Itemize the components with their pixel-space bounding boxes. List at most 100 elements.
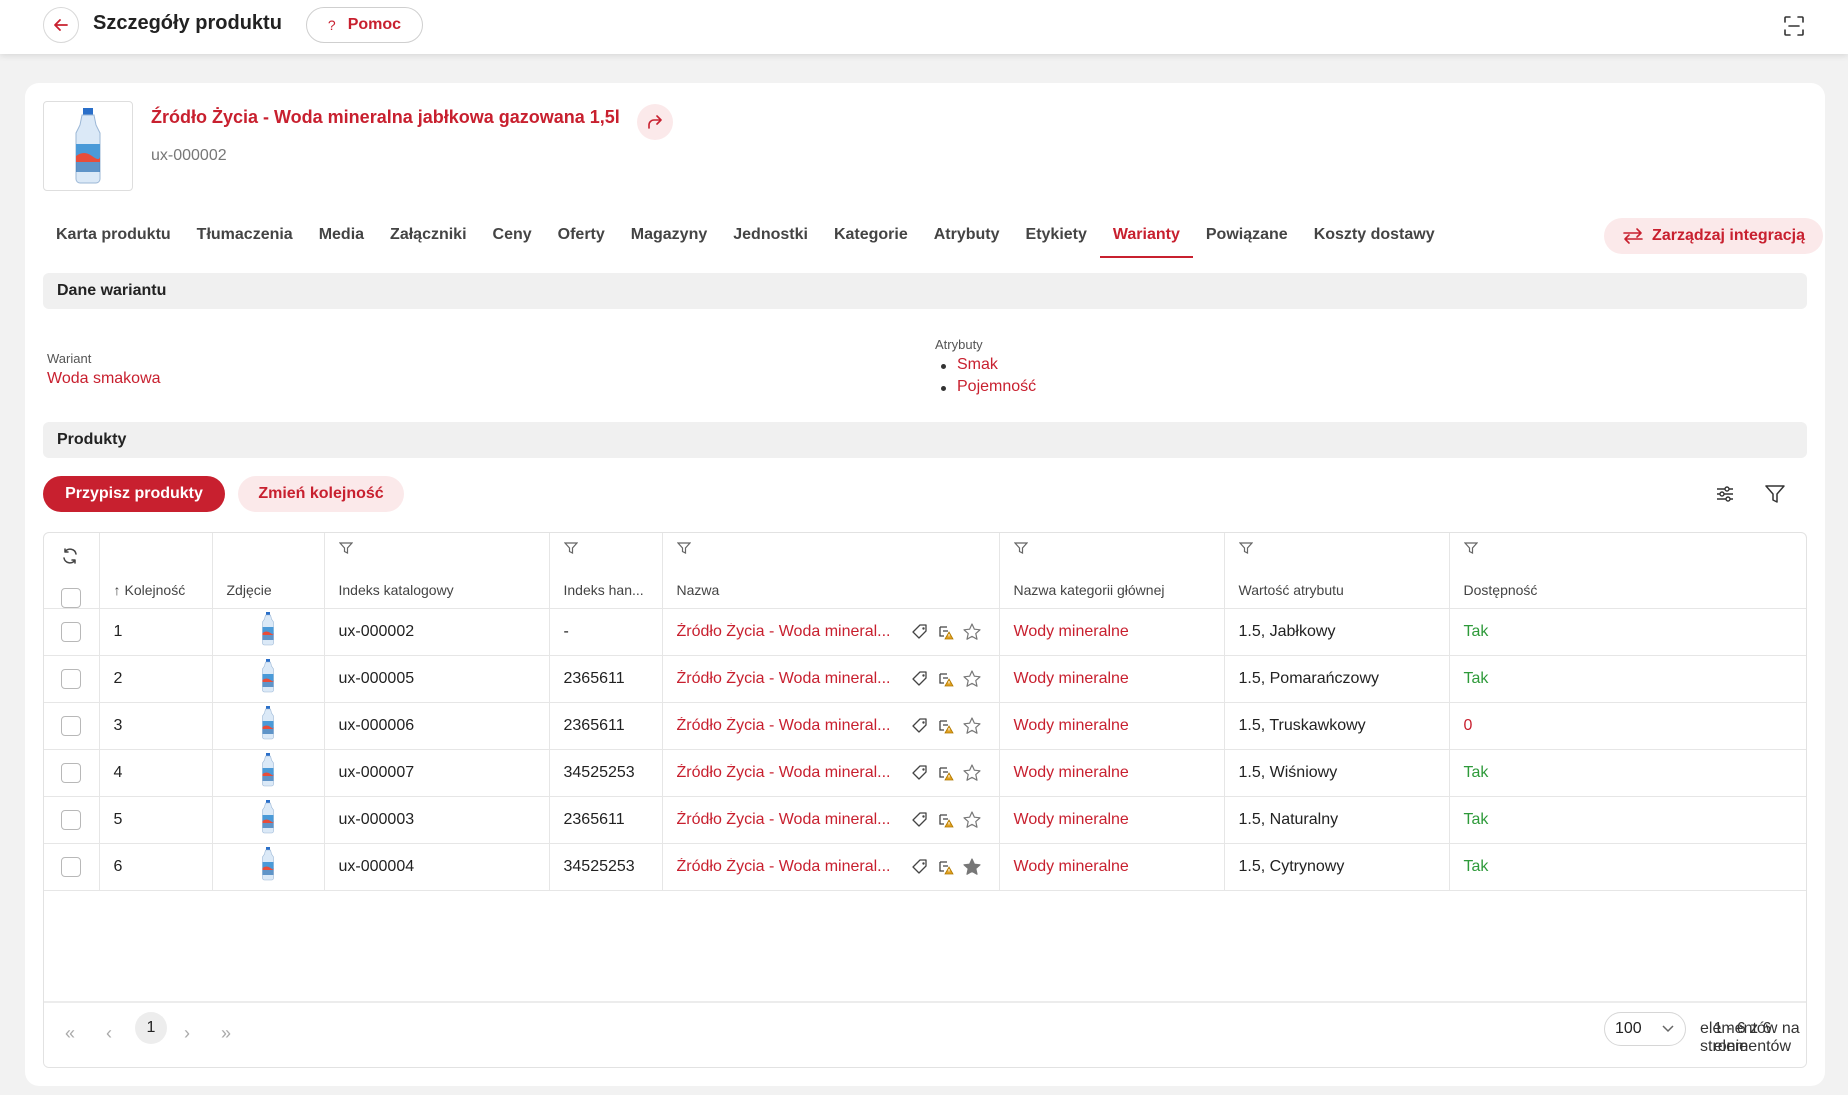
- star-icon[interactable]: [961, 668, 983, 690]
- tab-koszty-dostawy[interactable]: Koszty dostawy: [1301, 220, 1448, 258]
- table-row[interactable]: 3 ux-000006 2365611 Źródło Życia - Woda min…: [44, 702, 1806, 750]
- tag-icon[interactable]: [909, 809, 931, 831]
- hierarchy-warning-icon[interactable]: [935, 668, 957, 690]
- photo-cell[interactable]: [212, 655, 325, 703]
- table-row[interactable]: 5 ux-000003 2365611 Źródło Życia - Woda min…: [44, 796, 1806, 844]
- manage-integration-button[interactable]: Zarządzaj integracją: [1604, 218, 1823, 254]
- product-image[interactable]: [43, 101, 133, 191]
- row-checkbox[interactable]: [61, 668, 82, 689]
- row-checkbox[interactable]: [61, 621, 82, 642]
- product-name-link[interactable]: Źródło Życia - Woda mineral...: [677, 717, 905, 735]
- column-filter-icon[interactable]: [676, 541, 691, 558]
- next-page-button[interactable]: ›: [175, 1021, 199, 1045]
- tab-oferty[interactable]: Oferty: [545, 220, 618, 258]
- manage-integration-label: Zarządzaj integracją: [1652, 227, 1805, 244]
- assign-products-button[interactable]: Przypisz produkty: [43, 476, 225, 512]
- product-name-link[interactable]: Źródło Życia - Woda mineral...: [677, 764, 905, 782]
- tag-icon[interactable]: [909, 762, 931, 784]
- column-filter-icon[interactable]: [1238, 541, 1253, 558]
- first-page-button[interactable]: «: [58, 1021, 82, 1045]
- photo-cell[interactable]: [212, 796, 325, 844]
- tab-warianty[interactable]: Warianty: [1099, 220, 1193, 258]
- main-category-link[interactable]: Wody mineralne: [999, 655, 1225, 703]
- column-header-order[interactable]: ↑ Kolejność: [99, 533, 213, 609]
- star-icon[interactable]: [961, 621, 983, 643]
- main-category-link[interactable]: Wody mineralne: [999, 843, 1225, 891]
- photo-cell[interactable]: [212, 702, 325, 750]
- table-row[interactable]: 4 ux-000007 34525253 Źródło Życia - Woda mi…: [44, 749, 1806, 797]
- share-button[interactable]: [637, 104, 673, 140]
- hierarchy-warning-icon[interactable]: [935, 809, 957, 831]
- fullscreen-button[interactable]: [1780, 12, 1808, 40]
- attribute-item-pojemnosc[interactable]: Pojemność: [935, 378, 1036, 400]
- tag-icon[interactable]: [909, 621, 931, 643]
- tab-ceny[interactable]: Ceny: [480, 220, 545, 258]
- tab-jednostki[interactable]: Jednostki: [720, 220, 821, 258]
- row-checkbox[interactable]: [61, 809, 82, 830]
- star-icon[interactable]: [961, 856, 983, 878]
- star-icon[interactable]: [961, 715, 983, 737]
- column-header-main-category[interactable]: Nazwa kategorii głównej: [999, 533, 1225, 609]
- table-row[interactable]: 1 ux-000002- Źródło Życia - Woda mineral..…: [44, 608, 1806, 656]
- column-filter-icon[interactable]: [338, 541, 353, 558]
- refresh-button[interactable]: [61, 547, 79, 568]
- row-checkbox[interactable]: [61, 762, 82, 783]
- star-icon[interactable]: [961, 762, 983, 784]
- column-header-photo[interactable]: Zdjęcie: [212, 533, 325, 609]
- products-grid: ↑ Kolejność Zdjęcie Indeks katalogowy Ind…: [43, 532, 1807, 1068]
- main-category-link[interactable]: Wody mineralne: [999, 608, 1225, 656]
- column-header-trade-index[interactable]: Indeks han...: [549, 533, 663, 609]
- column-filter-icon[interactable]: [563, 541, 578, 558]
- tab-magazyny[interactable]: Magazyny: [618, 220, 720, 258]
- filter-button[interactable]: [1761, 480, 1789, 508]
- photo-cell[interactable]: [212, 608, 325, 656]
- hierarchy-warning-icon[interactable]: [935, 856, 957, 878]
- tab-tlumaczenia[interactable]: Tłumaczenia: [184, 220, 306, 258]
- column-header-availability[interactable]: Dostępność: [1449, 533, 1806, 609]
- tab-karta-produktu[interactable]: Karta produktu: [43, 220, 184, 258]
- column-filter-icon[interactable]: [1463, 541, 1478, 558]
- reorder-button[interactable]: Zmień kolejność: [238, 476, 404, 512]
- column-header-catalog-index[interactable]: Indeks katalogowy: [324, 533, 550, 609]
- main-category-link[interactable]: Wody mineralne: [999, 749, 1225, 797]
- tag-icon[interactable]: [909, 715, 931, 737]
- tab-atrybuty[interactable]: Atrybuty: [921, 220, 1013, 258]
- row-checkbox[interactable]: [61, 715, 82, 736]
- column-filter-icon[interactable]: [1013, 541, 1028, 558]
- variant-value[interactable]: Woda smakowa: [47, 370, 161, 388]
- tag-icon[interactable]: [909, 856, 931, 878]
- column-settings-button[interactable]: [1711, 480, 1739, 508]
- tab-media[interactable]: Media: [306, 220, 377, 258]
- last-page-button[interactable]: »: [214, 1021, 238, 1045]
- product-name-link[interactable]: Źródło Życia - Woda mineral...: [677, 623, 905, 641]
- tag-icon[interactable]: [909, 668, 931, 690]
- main-category-link[interactable]: Wody mineralne: [999, 796, 1225, 844]
- main-category-link[interactable]: Wody mineralne: [999, 702, 1225, 750]
- page-size-select[interactable]: 100: [1604, 1012, 1686, 1046]
- tab-powiazane[interactable]: Powiązane: [1193, 220, 1301, 258]
- product-name-link[interactable]: Źródło Życia - Woda mineral...: [677, 858, 905, 876]
- photo-cell[interactable]: [212, 749, 325, 797]
- table-row[interactable]: 2 ux-000005 2365611 Źródło Życia - Woda min…: [44, 655, 1806, 703]
- star-icon[interactable]: [961, 809, 983, 831]
- help-button[interactable]: ? Pomoc: [306, 7, 423, 43]
- column-header-attribute-value[interactable]: Wartość atrybutu: [1224, 533, 1450, 609]
- product-name-link[interactable]: Źródło Życia - Woda mineral...: [677, 811, 905, 829]
- hierarchy-warning-icon[interactable]: [935, 762, 957, 784]
- photo-cell[interactable]: [212, 843, 325, 891]
- prev-page-button[interactable]: ‹: [97, 1021, 121, 1045]
- product-name-link[interactable]: Źródło Życia - Woda mineral...: [677, 670, 905, 688]
- column-header-name[interactable]: Nazwa: [662, 533, 1000, 609]
- tab-kategorie[interactable]: Kategorie: [821, 220, 921, 258]
- row-checkbox[interactable]: [61, 856, 82, 877]
- attribute-item-smak[interactable]: Smak: [935, 356, 1036, 378]
- hierarchy-warning-icon[interactable]: [935, 715, 957, 737]
- tab-zalaczniki[interactable]: Załączniki: [377, 220, 479, 258]
- page-button-current[interactable]: 1: [135, 1012, 167, 1044]
- product-title[interactable]: Źródło Życia - Woda mineralna jabłkowa g…: [151, 107, 620, 128]
- tab-etykiety[interactable]: Etykiety: [1013, 220, 1100, 258]
- select-all-checkbox[interactable]: [61, 587, 82, 607]
- hierarchy-warning-icon[interactable]: [935, 621, 957, 643]
- back-button[interactable]: [43, 7, 79, 43]
- table-row[interactable]: 6 ux-000004 34525253 Źródło Życia - Woda mi…: [44, 843, 1806, 891]
